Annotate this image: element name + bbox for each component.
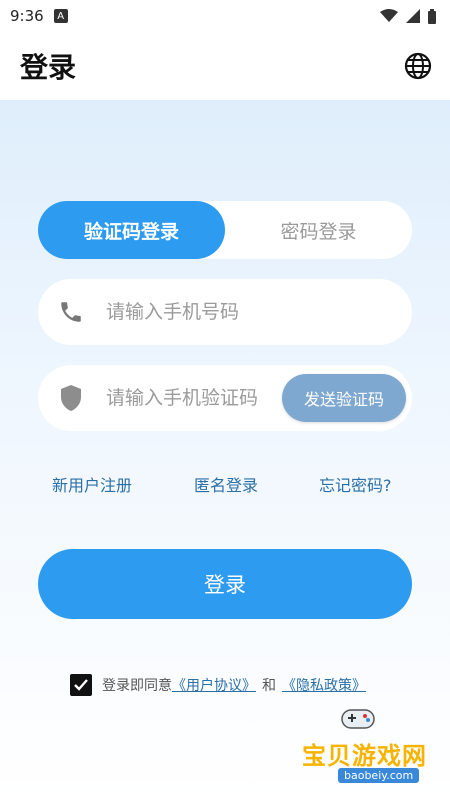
agreement-prefix: 登录即同意 [102, 678, 172, 694]
status-bar: 9:36 A [0, 0, 450, 32]
tab-sms-login[interactable]: 验证码登录 [38, 201, 225, 259]
code-input[interactable] [104, 386, 298, 410]
watermark-url: baobeiy.com [338, 768, 420, 783]
checkmark-icon [74, 679, 88, 691]
shield-icon [56, 383, 86, 413]
anonymous-login-link[interactable]: 匿名登录 [194, 472, 258, 496]
battery-icon [428, 8, 436, 24]
app-bar: 登录 [0, 32, 450, 100]
login-button[interactable]: 登录 [38, 549, 412, 619]
tab-password-login[interactable]: 密码登录 [225, 201, 412, 259]
site-watermark: 宝贝游戏网 baobeiy.com [282, 700, 442, 790]
login-content: 验证码登录 密码登录 发送验证码 新用户注册 匿名登录 忘记密码? 登录 [0, 100, 450, 800]
phone-field[interactable] [38, 279, 412, 345]
phone-icon [56, 297, 86, 327]
login-mode-tabs: 验证码登录 密码登录 [38, 201, 412, 259]
signal-icon [406, 9, 420, 23]
gamepad-icon [341, 709, 375, 729]
page-title: 登录 [20, 51, 77, 84]
agreement-and: 和 [262, 678, 276, 694]
globe-icon[interactable] [404, 52, 432, 80]
code-field[interactable]: 发送验证码 [38, 365, 412, 431]
status-time: 9:36 [10, 7, 44, 25]
watermark-title: 宝贝游戏网 [302, 742, 427, 770]
register-link[interactable]: 新用户注册 [52, 472, 132, 496]
notification-badge-icon: A [53, 9, 68, 23]
send-code-button[interactable]: 发送验证码 [282, 374, 406, 422]
privacy-policy-link[interactable]: 《隐私政策》 [282, 675, 366, 695]
forgot-password-link[interactable]: 忘记密码? [319, 472, 392, 496]
phone-input[interactable] [104, 300, 298, 324]
agreement-row: 登录即同意 《用户协议》 和 《隐私政策》 [70, 673, 366, 697]
wifi-icon [380, 9, 398, 22]
user-agreement-link[interactable]: 《用户协议》 [172, 675, 256, 695]
agreement-checkbox[interactable] [70, 674, 92, 696]
